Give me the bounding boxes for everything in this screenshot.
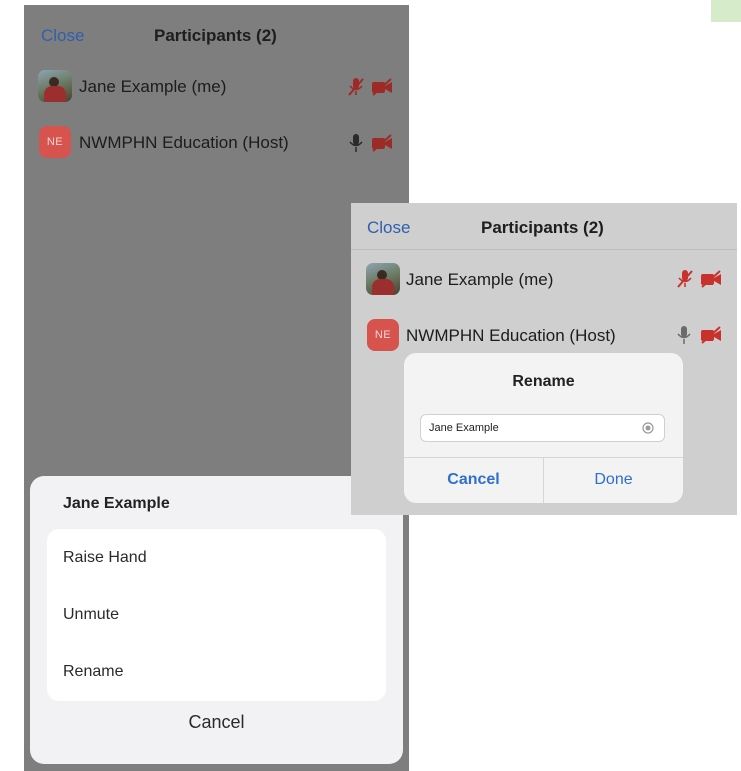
unmute-button[interactable]: Unmute	[63, 606, 119, 624]
participant-name: NWMPHN Education (Host)	[79, 133, 289, 152]
participant-name: Jane Example (me)	[406, 270, 554, 289]
video-off-icon	[372, 78, 392, 96]
participant-action-sheet: Jane Example Raise Hand Unmute Rename Ca…	[30, 476, 403, 764]
participant-row-host[interactable]: NE NWMPHN Education (Host)	[24, 120, 409, 164]
action-sheet-title: Jane Example	[63, 495, 170, 512]
rename-button[interactable]: Rename	[63, 663, 123, 681]
mic-muted-icon	[677, 270, 693, 288]
video-off-icon	[701, 326, 721, 344]
corner-accent	[711, 0, 741, 22]
participant-row-jane[interactable]: Jane Example (me)	[24, 65, 409, 109]
participants-header: Close Participants (2)	[24, 5, 409, 61]
avatar: NE	[367, 319, 399, 351]
avatar	[366, 263, 400, 295]
header-divider	[351, 249, 737, 250]
dialog-title: Rename	[512, 373, 575, 390]
raise-hand-button[interactable]: Raise Hand	[63, 549, 147, 567]
done-button[interactable]: Done	[544, 457, 683, 503]
mic-icon	[349, 134, 363, 152]
action-list: Raise Hand Unmute Rename	[47, 529, 386, 701]
participants-title: Participants (2)	[481, 218, 604, 237]
participant-row-jane[interactable]: Jane Example (me)	[351, 258, 737, 302]
rename-dialog: Rename Cancel Done	[404, 353, 683, 503]
participant-row-host[interactable]: NE NWMPHN Education (Host)	[351, 313, 737, 357]
avatar	[38, 70, 72, 102]
video-off-icon	[701, 270, 721, 288]
mic-muted-icon	[348, 78, 364, 96]
close-button[interactable]: Close	[367, 218, 410, 238]
participants-title: Participants (2)	[154, 26, 277, 45]
cancel-button[interactable]: Cancel	[404, 457, 543, 503]
participant-name: NWMPHN Education (Host)	[406, 326, 616, 345]
video-off-icon	[372, 134, 392, 152]
cancel-button[interactable]: Cancel	[30, 712, 403, 733]
clear-text-icon[interactable]	[642, 422, 654, 434]
mic-icon	[677, 326, 691, 344]
close-button[interactable]: Close	[41, 26, 84, 46]
participants-screen-right: Close Participants (2) Jane Example (me)…	[351, 203, 737, 515]
avatar: NE	[39, 126, 71, 158]
rename-input[interactable]	[420, 414, 665, 442]
participant-name: Jane Example (me)	[79, 77, 227, 96]
